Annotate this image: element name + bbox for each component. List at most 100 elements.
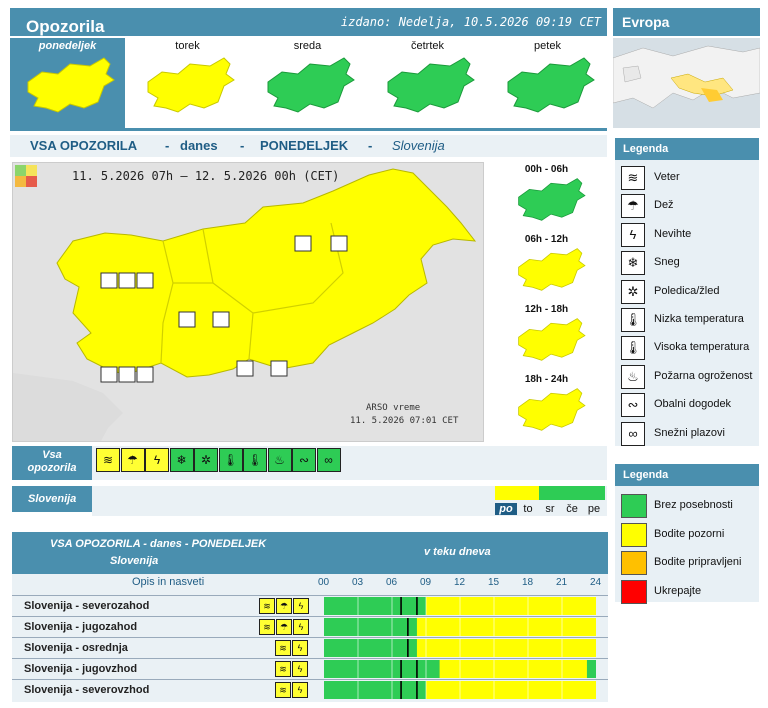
ice-icon: ✲ xyxy=(621,279,645,304)
tab-day-cetrtek[interactable]: četrtek xyxy=(370,38,485,128)
table-header: VSA OPOZORILA - danes - PONEDELJEK Slove… xyxy=(12,532,608,574)
legend-types-header: Legenda xyxy=(615,138,759,160)
slice-00-06[interactable]: 00h - 06h xyxy=(486,162,607,230)
table-row[interactable]: Slovenija - severozahod ≋ ☂ ϟ xyxy=(12,595,608,616)
region-name[interactable]: Slovenija - severozahod xyxy=(24,600,149,612)
separator: - xyxy=(240,138,245,153)
table-row[interactable]: Slovenija - osrednja ≋ ϟ xyxy=(12,637,608,658)
timeline-bar xyxy=(324,597,596,615)
warning-type-icon: ≋ xyxy=(259,619,275,635)
legend-title: Legenda xyxy=(623,469,669,481)
level-yellow xyxy=(439,660,587,678)
europe-panel-header[interactable]: Evropa xyxy=(613,8,760,36)
region-name[interactable]: Slovenija - severovzhod xyxy=(24,684,149,696)
coastal-icon: ∾ xyxy=(621,393,645,418)
filter-high-temp-icon[interactable]: 🌡 xyxy=(243,448,267,472)
day-level-band xyxy=(583,486,605,500)
day-level-band xyxy=(539,486,561,500)
slice-map xyxy=(518,248,586,291)
filter-avalanche-icon[interactable]: ∞ xyxy=(316,448,341,472)
main-warning-map[interactable] xyxy=(12,162,484,442)
desc-link[interactable]: Opis in nasveti xyxy=(132,576,204,588)
day-selector-če[interactable]: če xyxy=(561,503,583,515)
filter-wind-icon[interactable]: ≋ xyxy=(96,448,120,472)
filter-region-label: Slovenija xyxy=(28,493,77,505)
filter-thunderstorm-icon[interactable]: ϟ xyxy=(145,448,169,472)
tab-label: petek xyxy=(534,40,561,52)
tab-day-torek[interactable]: torek xyxy=(130,38,245,128)
region-name[interactable]: Slovenija - jugovzhod xyxy=(24,663,137,675)
legend-row: Bodite pozorni xyxy=(615,521,759,549)
tab-day-petek[interactable]: petek xyxy=(490,38,605,128)
snow-icon: ❄ xyxy=(621,251,645,276)
tab-label: četrtek xyxy=(410,40,444,52)
day-selector-to[interactable]: to xyxy=(517,503,539,515)
day-map-petek xyxy=(507,57,595,113)
region-name[interactable]: Slovenija - osrednja xyxy=(24,642,128,654)
row-icons: ≋ ϟ xyxy=(274,640,308,656)
timeline-bar xyxy=(324,660,596,678)
day-map-ponedeljek xyxy=(27,57,115,113)
level-swatch xyxy=(621,522,647,547)
tab-day-ponedeljek[interactable]: ponedeljek xyxy=(10,38,125,128)
tab-label: sreda xyxy=(293,40,322,52)
filter-rain-icon[interactable]: ☂ xyxy=(120,448,145,472)
legend-row: ☂ Dež xyxy=(615,192,759,220)
region-header-today: danes xyxy=(180,138,218,153)
legend-types: ≋ Veter ☂ Dež ϟ Nevihte ❄ Sneg ✲ Poledica/žled 🌡 Ni… xyxy=(615,160,759,446)
hour-label: 09 xyxy=(420,577,432,588)
europe-link[interactable]: Evropa xyxy=(622,14,669,30)
legend-label: Snežni plazovi xyxy=(654,426,725,439)
day-map-sreda xyxy=(267,57,355,113)
filter-low-temp-icon[interactable]: 🌡 xyxy=(218,448,243,472)
region-name[interactable]: Slovenija - jugozahod xyxy=(24,621,137,633)
separator: - xyxy=(165,138,170,153)
day-tabs: ponedeljek torek sreda četrtek petek xyxy=(10,38,607,128)
table-col-header: v teku dneva xyxy=(424,546,491,558)
hour-label: 18 xyxy=(522,577,534,588)
day-selector-sr[interactable]: sr xyxy=(539,503,561,515)
warning-type-icon: ☂ xyxy=(276,619,292,635)
filter-snow-icon[interactable]: ❄ xyxy=(169,448,194,472)
slice-06-12[interactable]: 06h - 12h xyxy=(486,232,607,300)
legend-label: Brez posebnosti xyxy=(654,499,733,511)
timeline-graphic xyxy=(324,639,596,657)
page-title: Opozorila xyxy=(26,17,105,36)
row-icons: ≋ ☂ ϟ xyxy=(258,598,309,614)
level-swatch xyxy=(621,579,647,604)
legend-levels-header: Legenda xyxy=(615,464,759,486)
hour-label: 06 xyxy=(386,577,398,588)
filter-all-warnings[interactable]: Vsa opozorila xyxy=(12,446,92,480)
map-period: 11. 5.2026 07h — 12. 5.2026 00h (CET) xyxy=(72,169,340,183)
issued-timestamp: izdano: Nedelja, 10.5.2026 09:19 CET xyxy=(340,15,601,29)
table-row[interactable]: Slovenija - severovzhod ≋ ϟ xyxy=(12,679,608,700)
legend-label: Ukrepajte xyxy=(654,584,702,597)
filter-coastal-icon[interactable]: ∾ xyxy=(292,448,316,472)
day-selector-pe[interactable]: pe xyxy=(583,503,605,515)
region-header: VSA OPOZORILA - danes - PONEDELJEK - Slo… xyxy=(10,135,607,157)
hour-label: 03 xyxy=(352,577,364,588)
europe-map-thumbnail[interactable] xyxy=(613,38,760,128)
level-yellow xyxy=(426,681,596,699)
legend-row: 🌡 Nizka temperatura xyxy=(615,306,759,334)
day-level-band xyxy=(561,486,583,500)
table-row[interactable]: Slovenija - jugovzhod ≋ ϟ xyxy=(12,658,608,679)
legend-row: 🌡 Visoka temperatura xyxy=(615,334,759,362)
tab-day-sreda[interactable]: sreda xyxy=(250,38,365,128)
filter-ice-icon[interactable]: ✲ xyxy=(194,448,218,472)
table-row[interactable]: Slovenija - jugozahod ≋ ☂ ϟ xyxy=(12,616,608,637)
legend-row: ϟ Nevihte xyxy=(615,221,759,249)
timeline-bar xyxy=(324,639,596,657)
region-header-all: VSA OPOZORILA xyxy=(30,138,138,153)
filter-fire-icon[interactable]: ♨ xyxy=(267,448,292,472)
warning-type-icon: ϟ xyxy=(292,682,308,698)
table-title: VSA OPOZORILA - danes - PONEDELJEK xyxy=(50,538,267,550)
avalanche-icon: ∞ xyxy=(621,421,645,446)
legend-row: ≋ Veter xyxy=(615,164,759,192)
slice-18-24[interactable]: 18h - 24h xyxy=(486,372,607,440)
day-selector-po[interactable]: po xyxy=(495,503,517,515)
slice-12-18[interactable]: 12h - 18h xyxy=(486,302,607,370)
hour-label: 12 xyxy=(454,577,466,588)
warning-table: Opis in nasveti 00 03 06 09 12 15 18 21 24 Slove… xyxy=(12,574,608,702)
filter-region-slovenija[interactable]: Slovenija xyxy=(12,486,92,512)
